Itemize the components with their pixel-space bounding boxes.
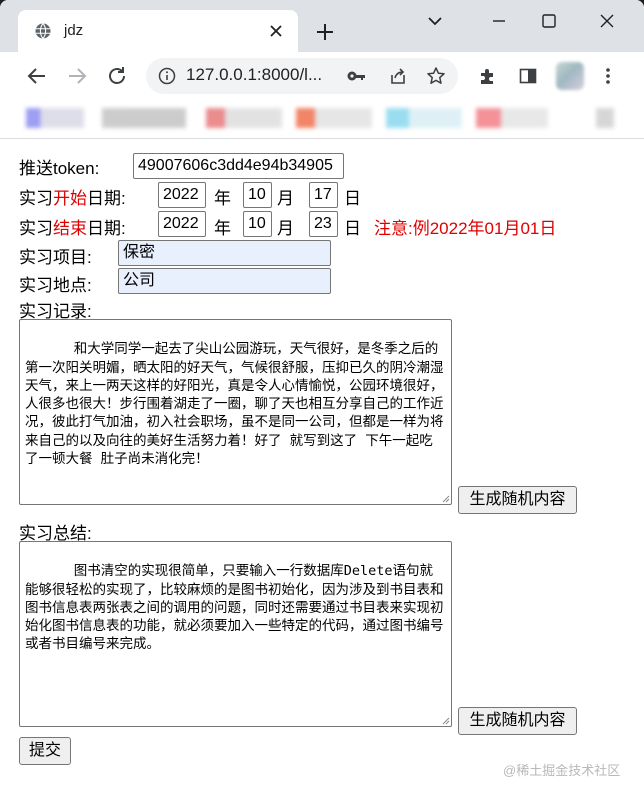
token-label: 推送token: <box>19 159 100 178</box>
end-label-prefix: 实习 <box>19 219 53 238</box>
address-bar[interactable]: 127.0.0.1:8000/l... <box>146 58 458 94</box>
end-month-input[interactable]: 10 <box>243 211 272 237</box>
record-textarea[interactable]: 和大学同学一起去了尖山公园游玩，天气很好，是冬季之后的第一次阳关明媚，晒太阳的好… <box>19 319 452 505</box>
bookmark-item[interactable] <box>206 108 282 128</box>
start-year-input[interactable]: 2022 <box>158 182 206 208</box>
project-label: 实习项目: <box>19 248 92 267</box>
location-label: 实习地点: <box>19 276 92 295</box>
watermark: @稀土掘金技术社区 <box>503 763 621 778</box>
page-content: 推送token: 49007606c3dd4e94b34905 实习开始日期: … <box>0 139 644 798</box>
start-date-label: 实习开始日期: <box>19 184 126 209</box>
reload-icon[interactable] <box>106 65 128 87</box>
submit-button[interactable]: 提交 <box>19 737 71 765</box>
globe-icon <box>35 23 51 39</box>
start-label-highlight: 开始 <box>53 189 87 208</box>
profile-avatar[interactable] <box>556 62 584 90</box>
kebab-menu-icon[interactable] <box>598 66 618 86</box>
maximize-icon[interactable] <box>538 10 560 32</box>
bookmark-item[interactable] <box>102 108 186 128</box>
start-year-unit: 年 <box>214 189 231 208</box>
start-label-prefix: 实习 <box>19 189 53 208</box>
back-arrow-icon[interactable] <box>26 65 48 87</box>
end-label-suffix: 日期: <box>87 219 126 238</box>
summary-textarea[interactable]: 图书清空的实现很简单，只要输入一行数据库Delete语句就能够很轻松的实现了，比… <box>19 541 452 727</box>
end-day-input[interactable]: 23 <box>309 211 338 237</box>
minimize-icon[interactable] <box>488 10 510 32</box>
start-day-unit: 日 <box>344 189 361 208</box>
star-icon[interactable] <box>426 66 446 86</box>
generate-summary-button[interactable]: 生成随机内容 <box>458 707 577 735</box>
browser-tab[interactable]: jdz <box>18 10 298 52</box>
bookmark-item[interactable] <box>26 108 84 128</box>
bookmark-item[interactable] <box>596 108 614 128</box>
browser-toolbar: 127.0.0.1:8000/l... <box>0 52 644 100</box>
resize-grip-icon[interactable] <box>440 715 450 725</box>
start-day-input[interactable]: 17 <box>309 182 338 208</box>
start-label-suffix: 日期: <box>87 189 126 208</box>
token-input[interactable]: 49007606c3dd4e94b34905 <box>133 153 344 179</box>
chevron-down-icon[interactable] <box>424 10 446 32</box>
window-close-icon[interactable] <box>596 10 618 32</box>
browser-window: jdz 127.0.0.1:8000/l... 推送token: 4900760… <box>0 0 644 798</box>
start-month-input[interactable]: 10 <box>243 182 272 208</box>
end-label-highlight: 结束 <box>53 219 87 238</box>
tab-title: jdz <box>64 22 84 39</box>
project-input[interactable]: 保密 <box>118 240 331 266</box>
close-icon[interactable] <box>266 21 286 41</box>
bookmark-item[interactable] <box>296 108 372 128</box>
summary-text: 图书清空的实现很简单，只要输入一行数据库Delete语句就能够很轻松的实现了，比… <box>25 563 444 653</box>
bookmark-item[interactable] <box>386 108 462 128</box>
location-input[interactable]: 公司 <box>118 268 331 294</box>
tab-strip: jdz <box>0 0 644 52</box>
share-icon[interactable] <box>388 66 408 86</box>
forward-arrow-icon[interactable] <box>66 65 88 87</box>
puzzle-icon[interactable] <box>478 66 498 86</box>
end-year-unit: 年 <box>214 219 231 238</box>
side-panel-icon[interactable] <box>518 66 538 86</box>
end-day-unit: 日 <box>344 219 361 238</box>
start-month-unit: 月 <box>277 189 294 208</box>
bookmark-item[interactable] <box>476 108 548 128</box>
plus-icon[interactable] <box>314 21 336 43</box>
end-month-unit: 月 <box>277 219 294 238</box>
info-icon[interactable] <box>158 67 176 85</box>
end-year-input[interactable]: 2022 <box>158 211 206 237</box>
generate-record-button[interactable]: 生成随机内容 <box>458 486 577 514</box>
record-text: 和大学同学一起去了尖山公园游玩，天气很好，是冬季之后的第一次阳关明媚，晒太阳的好… <box>25 341 444 468</box>
url-text: 127.0.0.1:8000/l... <box>186 65 323 84</box>
key-icon[interactable] <box>346 67 366 85</box>
end-date-label: 实习结束日期: <box>19 214 126 239</box>
date-format-note: 注意:例2022年01月01日 <box>374 219 557 238</box>
bookmarks-bar <box>0 100 644 139</box>
resize-grip-icon[interactable] <box>440 493 450 503</box>
